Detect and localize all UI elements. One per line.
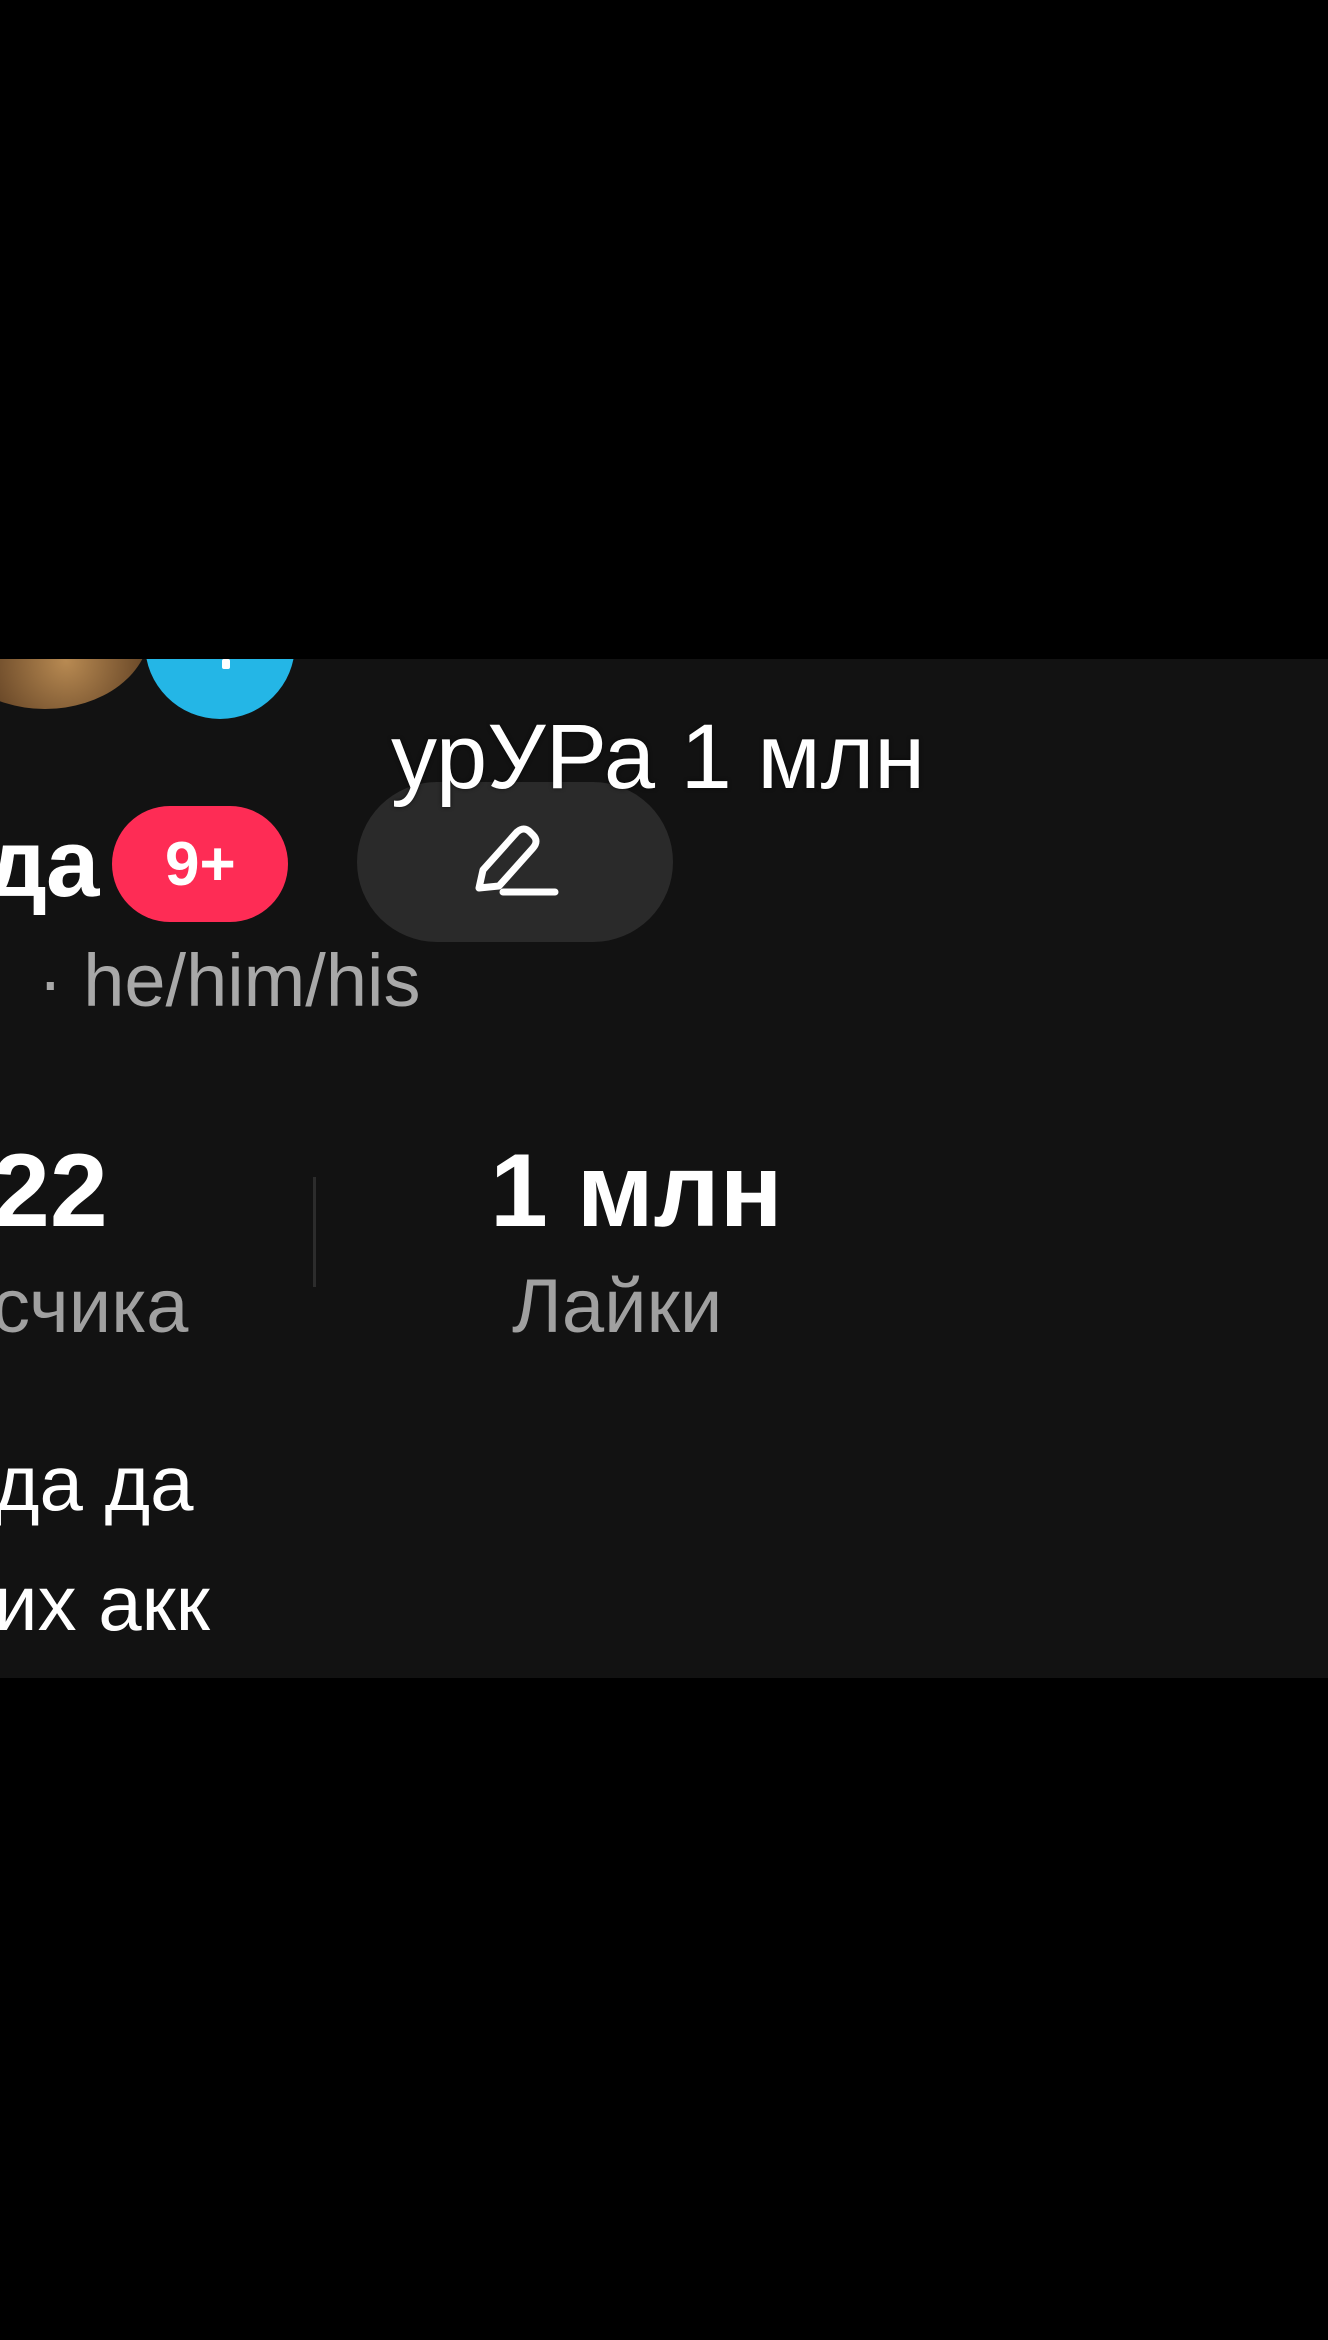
notification-badge[interactable]: 9+ <box>112 806 289 922</box>
followers-label[interactable]: счика <box>0 1269 188 1345</box>
profile-header: да 9+ · he/him/his 22 счика 1 млн Лайки … <box>0 659 1328 1678</box>
likes-count[interactable]: 1 млн <box>490 1139 783 1243</box>
profile-name: да <box>0 810 99 917</box>
name-row: да 9+ <box>0 804 289 924</box>
pencil-icon <box>475 825 559 896</box>
likes-label[interactable]: Лайки <box>512 1269 722 1345</box>
screen: да 9+ · he/him/his 22 счика 1 млн Лайки … <box>0 0 1328 2340</box>
bio-line-2: их акк <box>0 1559 210 1647</box>
video-caption: урУРа 1 млн <box>391 706 926 808</box>
plus-icon <box>222 659 230 669</box>
pronouns: · he/him/his <box>38 939 421 1022</box>
bio-line-1: да да <box>0 1439 194 1527</box>
add-avatar-badge[interactable] <box>145 659 295 719</box>
avatar[interactable] <box>0 659 150 709</box>
followers-count[interactable]: 22 <box>0 1139 108 1243</box>
stats-divider <box>313 1177 316 1287</box>
